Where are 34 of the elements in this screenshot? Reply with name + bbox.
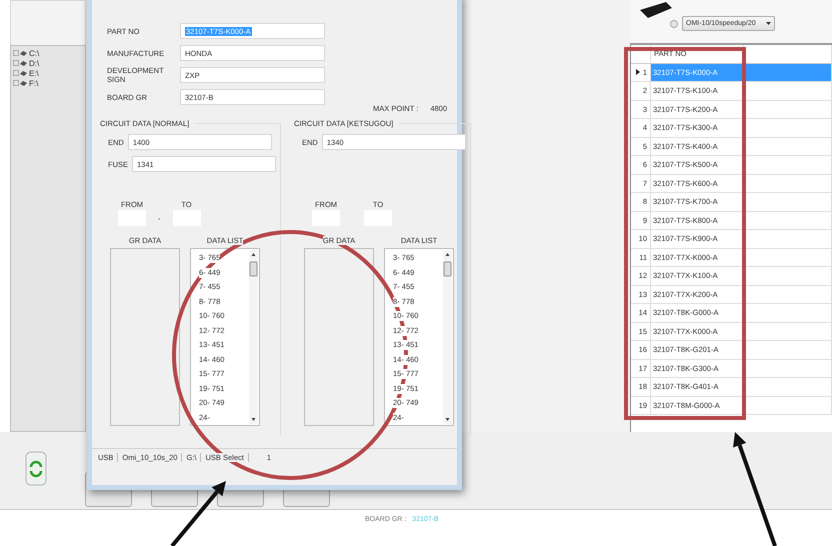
table-cell[interactable] — [744, 212, 832, 230]
drive-label[interactable]: D:\ — [29, 59, 40, 68]
table-cell[interactable] — [744, 82, 832, 100]
table-cell[interactable] — [744, 360, 832, 378]
table-cell[interactable] — [744, 193, 832, 212]
drive-label[interactable]: F:\ — [29, 79, 38, 88]
scrollbar[interactable] — [249, 250, 258, 424]
table-cell[interactable] — [744, 230, 832, 248]
table-cell[interactable] — [744, 341, 832, 360]
table-cell[interactable] — [744, 248, 832, 267]
gr-data-list[interactable] — [110, 248, 180, 426]
recycle-bin-icon[interactable] — [25, 450, 47, 486]
table-cell[interactable] — [744, 138, 832, 156]
table-cell[interactable] — [744, 174, 832, 193]
drive-icon — [13, 70, 27, 77]
table-cell[interactable] — [744, 156, 832, 174]
drive-icon — [13, 60, 27, 67]
scrollbar[interactable] — [443, 250, 452, 424]
table-cell[interactable] — [744, 378, 832, 396]
table-cell[interactable] — [744, 267, 832, 286]
table-cell[interactable] — [744, 396, 832, 415]
drive-label[interactable]: C:\ — [29, 49, 40, 58]
caret-icon — [766, 22, 771, 25]
circle-icon — [670, 20, 678, 28]
table-cell[interactable] — [744, 100, 832, 119]
table-cell[interactable] — [744, 119, 832, 138]
drive-icon — [13, 50, 27, 57]
table-cell[interactable] — [744, 64, 832, 82]
table-cell[interactable] — [744, 304, 832, 322]
drive-label[interactable]: E:\ — [29, 69, 39, 78]
table-cell[interactable] — [744, 322, 832, 341]
table-cell[interactable] — [744, 286, 832, 304]
drive-icon — [13, 80, 27, 87]
annotation-arrow — [170, 481, 226, 546]
